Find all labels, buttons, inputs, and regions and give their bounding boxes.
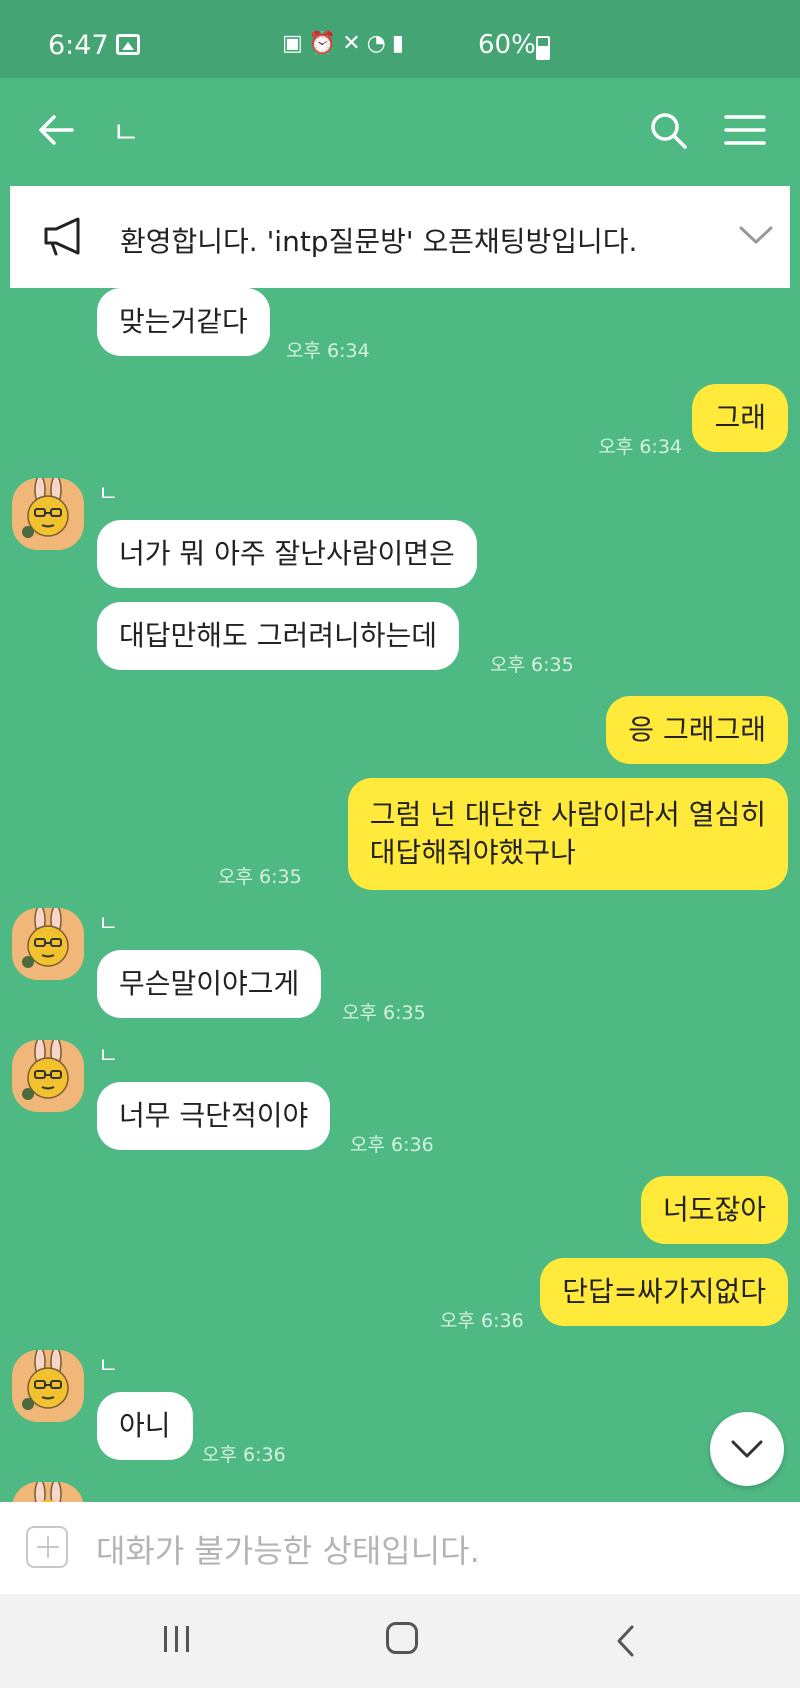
incoming-message[interactable]: 너무 극단적이야 (97, 1082, 331, 1150)
megaphone-icon (44, 217, 80, 256)
notice-text: 환영합니다. 'intp질문방' 오픈채팅방입니다. (120, 225, 638, 258)
battery-saver-icon: ▣ (282, 31, 309, 56)
message-time: 오후 6:36 (202, 1444, 286, 1466)
message-input[interactable]: 대화가 불가능한 상태입니다. (96, 1526, 480, 1572)
message-time: 오후 6:34 (286, 340, 370, 362)
incoming-message[interactable]: 대답만해도 그러려니하는데 (97, 602, 460, 670)
sender-name: ㄴ (98, 1354, 119, 1379)
profile-character-icon (22, 1040, 69, 1100)
menu-icon[interactable] (724, 114, 766, 146)
search-icon[interactable] (648, 110, 688, 150)
attach-plus-icon[interactable] (26, 1526, 68, 1568)
profile-character-icon (22, 478, 69, 538)
outgoing-message[interactable]: 그래 (692, 384, 788, 452)
wifi-icon: ◔ (366, 31, 392, 56)
alarm-icon: ⏰ (308, 31, 343, 56)
message-time: 오후 6:36 (440, 1310, 524, 1332)
profile-character-icon (34, 1482, 62, 1502)
outgoing-message[interactable]: 단답=싸가지없다 (540, 1258, 788, 1326)
signal-icon: ▮ (391, 31, 410, 56)
incoming-message[interactable]: 맞는거같다 (97, 288, 270, 356)
sender-name: ㄴ (98, 482, 119, 507)
outgoing-message[interactable]: 너도잖아 (640, 1176, 788, 1244)
chat-area[interactable]: 맞는거같다 오후 6:34 그래 오후 6:34 ㄴ 너가 뭐 아주 잘난사람이… (0, 288, 800, 1502)
mute-icon: ✕ (342, 31, 367, 56)
chat-header: ㄴ (0, 78, 800, 186)
home-icon[interactable] (386, 1622, 418, 1654)
profile-character-icon (22, 1350, 69, 1410)
message-time: 오후 6:34 (598, 436, 682, 458)
gallery-notification-icon (116, 34, 140, 55)
incoming-message[interactable]: 아니 (97, 1392, 193, 1460)
profile-character-icon (22, 908, 69, 968)
system-nav-bar (0, 1594, 800, 1688)
back-arrow-icon[interactable] (36, 110, 76, 150)
message-time: 오후 6:35 (342, 1002, 426, 1024)
avatar[interactable] (12, 1350, 84, 1422)
incoming-message[interactable]: 무슨말이야그게 (97, 950, 322, 1018)
chevron-down-icon[interactable] (738, 222, 774, 248)
message-input-bar: 대화가 불가능한 상태입니다. (0, 1502, 800, 1594)
scroll-to-bottom-button[interactable] (710, 1412, 784, 1486)
message-time: 오후 6:35 (218, 866, 302, 888)
chat-room-title: ㄴ (112, 116, 140, 151)
status-icons: ▣⏰✕◔▮ (282, 31, 410, 56)
avatar[interactable] (12, 908, 84, 980)
message-line: 대답해줘야했구나 (369, 836, 576, 869)
status-time: 6:47 (48, 30, 109, 61)
battery-percent: 60% (478, 30, 536, 60)
notice-banner[interactable]: 환영합니다. 'intp질문방' 오픈채팅방입니다. (10, 186, 790, 288)
nav-back-icon[interactable] (614, 1624, 636, 1658)
sender-name: ㄴ (98, 1044, 119, 1069)
chevron-down-icon (731, 1440, 763, 1458)
avatar[interactable] (12, 1482, 84, 1502)
incoming-message[interactable]: 너가 뭐 아주 잘난사람이면은 (97, 520, 477, 588)
avatar[interactable] (12, 478, 84, 550)
status-bar: 6:47 ▣⏰✕◔▮ 60% (0, 0, 800, 78)
sender-name: ㄴ (98, 912, 119, 937)
avatar[interactable] (12, 1040, 84, 1112)
outgoing-message[interactable]: 응 그래그래 (606, 696, 788, 764)
battery-icon (536, 36, 550, 60)
recent-apps-icon[interactable] (162, 1626, 194, 1654)
outgoing-message[interactable]: 그럼 넌 대단한 사람이라서 열심히 대답해줘야했구나 (347, 778, 788, 890)
message-time: 오후 6:35 (490, 654, 574, 676)
message-time: 오후 6:36 (350, 1134, 434, 1156)
message-line: 그럼 넌 대단한 사람이라서 열심히 (369, 798, 766, 831)
